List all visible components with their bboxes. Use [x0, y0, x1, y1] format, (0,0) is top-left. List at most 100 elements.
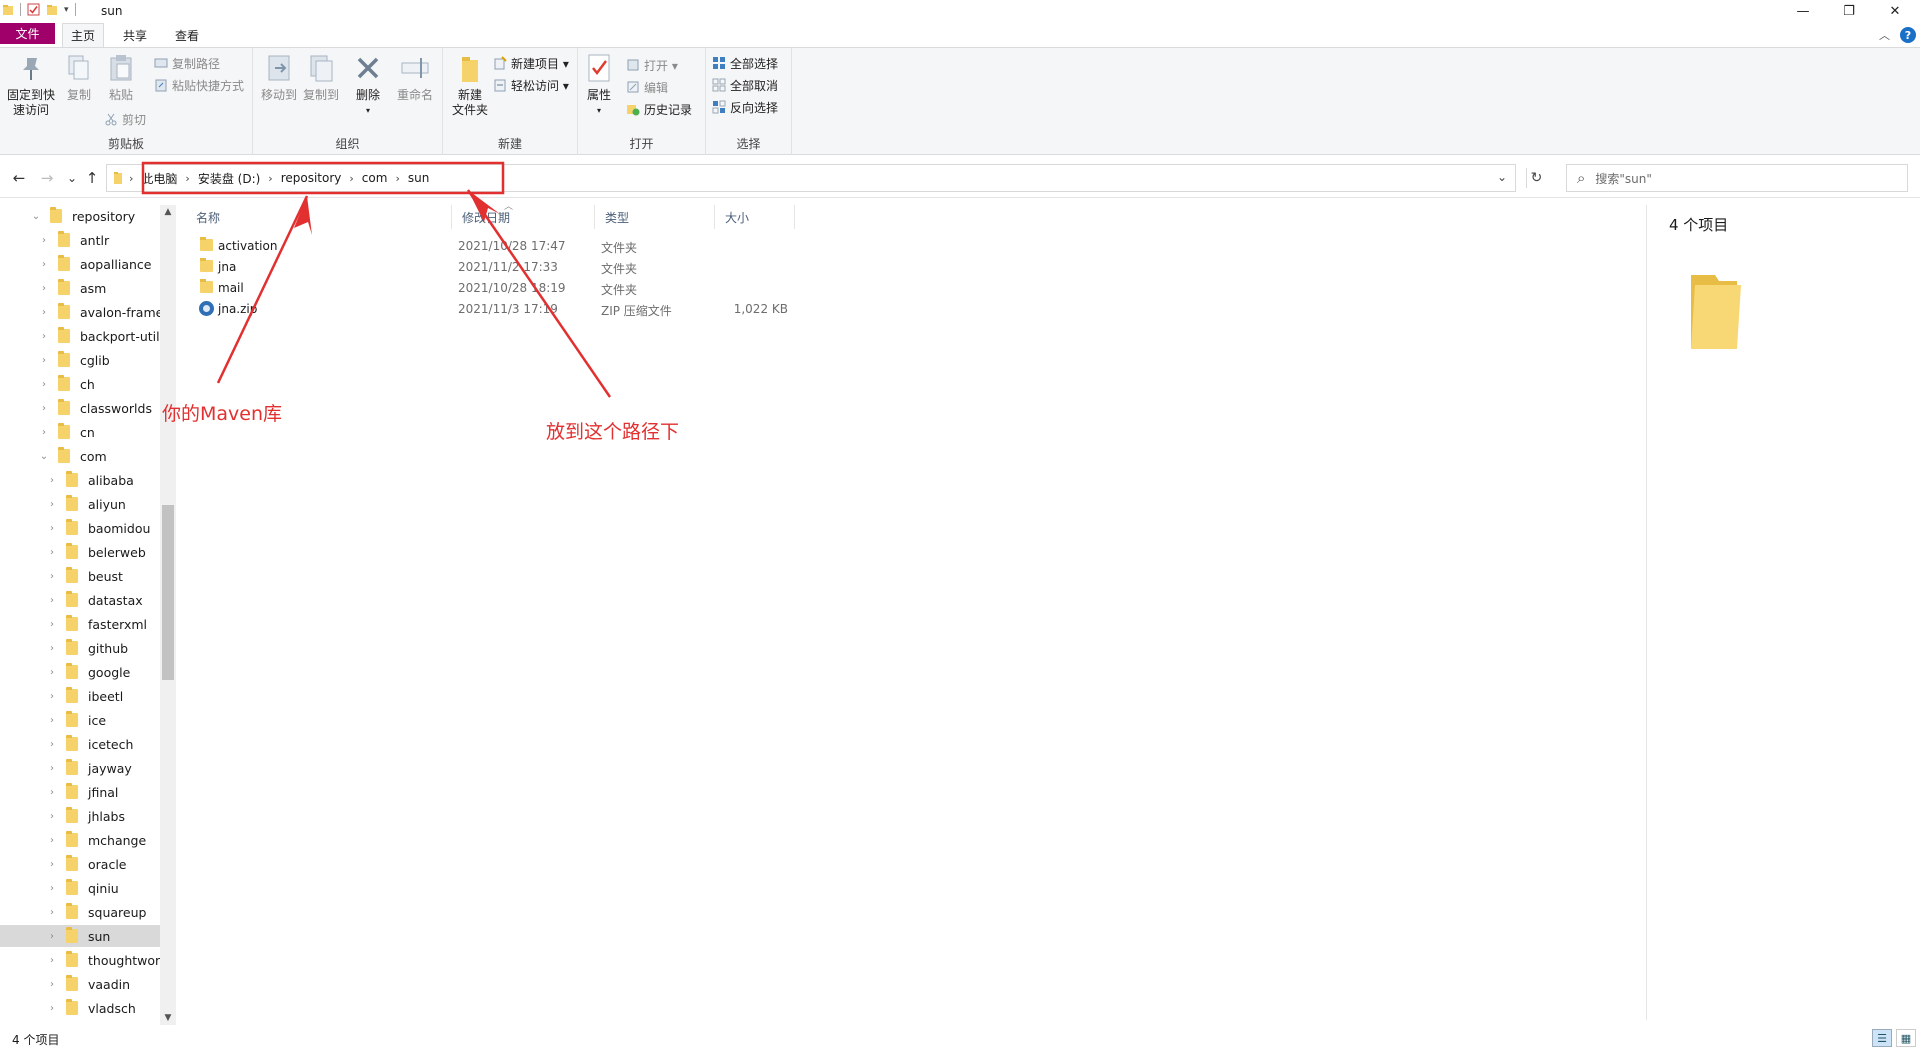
- address-dropdown-icon[interactable]: ⌄: [1497, 170, 1507, 184]
- select-all-button[interactable]: 全部选择: [712, 54, 778, 72]
- forward-button[interactable]: →: [37, 168, 57, 188]
- chevron-right-icon[interactable]: ›: [46, 475, 58, 486]
- chevron-right-icon[interactable]: ›: [46, 619, 58, 630]
- paste-shortcut-button[interactable]: 粘贴快捷方式: [154, 76, 244, 94]
- chevron-right-icon[interactable]: ›: [38, 355, 50, 366]
- column-header-name[interactable]: 名称: [186, 205, 452, 229]
- breadcrumb-repository[interactable]: repository: [277, 171, 346, 185]
- breadcrumb-sun[interactable]: sun: [404, 171, 433, 185]
- chevron-right-icon[interactable]: ›: [46, 715, 58, 726]
- copy-path-button[interactable]: 复制路径: [154, 54, 220, 72]
- tree-item-cglib[interactable]: › cglib: [0, 349, 160, 371]
- chevron-right-icon[interactable]: ›: [38, 283, 50, 294]
- paste-button[interactable]: 粘贴: [104, 52, 138, 103]
- chevron-down-icon[interactable]: ⌄: [38, 451, 50, 462]
- tree-item-oracle[interactable]: › oracle: [0, 853, 160, 875]
- up-button[interactable]: ↑: [82, 168, 102, 188]
- collapse-ribbon-icon[interactable]: ︿: [1879, 27, 1890, 43]
- tab-share[interactable]: 共享: [114, 23, 156, 47]
- tree-item-github[interactable]: › github: [0, 637, 160, 659]
- file-row[interactable]: mail 2021/10/28 18:19 文件夹: [186, 278, 806, 298]
- tree-item-google[interactable]: › google: [0, 661, 160, 683]
- refresh-button[interactable]: ↻: [1526, 168, 1546, 188]
- chevron-right-icon[interactable]: ›: [46, 667, 58, 678]
- tab-home[interactable]: 主页: [62, 23, 104, 47]
- tree-item-jfinal[interactable]: › jfinal: [0, 781, 160, 803]
- column-header-type[interactable]: 类型: [595, 205, 715, 229]
- tree-item-qiniu[interactable]: › qiniu: [0, 877, 160, 899]
- tree-item-antlr[interactable]: › antlr: [0, 229, 160, 251]
- file-row[interactable]: jna.zip 2021/11/3 17:19 ZIP 压缩文件 1,022 KB: [186, 299, 806, 319]
- new-folder-icon[interactable]: [46, 4, 58, 16]
- edit-button[interactable]: 编辑: [626, 78, 668, 96]
- tree-item-icetech[interactable]: › icetech: [0, 733, 160, 755]
- tree-item-repository[interactable]: ⌄ repository: [0, 205, 160, 227]
- properties-button[interactable]: 属性 ▾: [582, 52, 616, 118]
- tree-item-ch[interactable]: › ch: [0, 373, 160, 395]
- help-icon[interactable]: ?: [1900, 27, 1916, 43]
- tree-item-classworlds[interactable]: › classworlds: [0, 397, 160, 419]
- chevron-right-icon[interactable]: ›: [46, 883, 58, 894]
- breadcrumb-separator[interactable]: ›: [264, 172, 276, 185]
- breadcrumb-separator[interactable]: ›: [345, 172, 357, 185]
- column-header-date[interactable]: 修改日期: [452, 205, 595, 229]
- scrollbar-thumb[interactable]: [162, 505, 174, 680]
- chevron-right-icon[interactable]: ›: [38, 427, 50, 438]
- tree-item-thoughtwork[interactable]: › thoughtwork: [0, 949, 160, 971]
- tree-item-jhlabs[interactable]: › jhlabs: [0, 805, 160, 827]
- tree-item-mchange[interactable]: › mchange: [0, 829, 160, 851]
- file-row[interactable]: activation 2021/10/28 17:47 文件夹: [186, 236, 806, 256]
- tree-item-jayway[interactable]: › jayway: [0, 757, 160, 779]
- chevron-right-icon[interactable]: ›: [46, 955, 58, 966]
- tree-item-belerweb[interactable]: › belerweb: [0, 541, 160, 563]
- tree-item-ibeetl[interactable]: › ibeetl: [0, 685, 160, 707]
- chevron-right-icon[interactable]: ›: [46, 499, 58, 510]
- tree-item-avalon-framew[interactable]: › avalon-framew: [0, 301, 160, 323]
- chevron-right-icon[interactable]: ›: [46, 523, 58, 534]
- tree-item-cn[interactable]: › cn: [0, 421, 160, 443]
- file-row[interactable]: jna 2021/11/2 17:33 文件夹: [186, 257, 806, 277]
- column-header-size[interactable]: 大小: [715, 205, 795, 229]
- chevron-right-icon[interactable]: ›: [46, 811, 58, 822]
- back-button[interactable]: ←: [9, 168, 29, 188]
- chevron-right-icon[interactable]: ›: [46, 547, 58, 558]
- tree-item-beust[interactable]: › beust: [0, 565, 160, 587]
- scroll-down-icon[interactable]: ▼: [160, 1013, 176, 1023]
- tree-item-aopalliance[interactable]: › aopalliance: [0, 253, 160, 275]
- tab-file[interactable]: 文件: [0, 23, 55, 44]
- chevron-right-icon[interactable]: ›: [46, 571, 58, 582]
- copy-button[interactable]: 复制: [62, 52, 96, 103]
- cut-button[interactable]: 剪切: [104, 110, 146, 128]
- breadcrumb-separator[interactable]: ›: [391, 172, 403, 185]
- chevron-right-icon[interactable]: ›: [46, 1003, 58, 1014]
- breadcrumb-separator[interactable]: ›: [181, 172, 193, 185]
- new-item-button[interactable]: 新建项目 ▾: [493, 54, 569, 72]
- properties-dropdown-icon[interactable]: ▾: [597, 103, 601, 118]
- properties-icon[interactable]: [27, 3, 40, 16]
- select-none-button[interactable]: 全部取消: [712, 76, 778, 94]
- chevron-right-icon[interactable]: ›: [46, 979, 58, 990]
- breadcrumb-com[interactable]: com: [358, 171, 392, 185]
- tree-item-ice[interactable]: › ice: [0, 709, 160, 731]
- tree-item-alibaba[interactable]: › alibaba: [0, 469, 160, 491]
- history-button[interactable]: 历史记录: [626, 100, 692, 118]
- chevron-right-icon[interactable]: ›: [46, 787, 58, 798]
- tree-item-asm[interactable]: › asm: [0, 277, 160, 299]
- chevron-right-icon[interactable]: ›: [46, 859, 58, 870]
- chevron-right-icon[interactable]: ›: [38, 331, 50, 342]
- tree-item-aliyun[interactable]: › aliyun: [0, 493, 160, 515]
- breadcrumb-this-pc[interactable]: 此电脑: [137, 170, 181, 187]
- chevron-right-icon[interactable]: ›: [46, 595, 58, 606]
- navigation-pane-scrollbar[interactable]: ▲ ▼: [160, 205, 176, 1025]
- chevron-right-icon[interactable]: ›: [46, 931, 58, 942]
- delete-dropdown-icon[interactable]: ▾: [366, 103, 370, 118]
- tree-item-com[interactable]: ⌄ com: [0, 445, 160, 467]
- search-input[interactable]: ⌕ 搜索"sun": [1566, 164, 1908, 192]
- chevron-down-icon[interactable]: ⌄: [30, 211, 42, 222]
- address-bar[interactable]: › 此电脑 › 安装盘 (D:) › repository › com › su…: [106, 164, 1516, 192]
- move-to-button[interactable]: 移动到: [259, 52, 299, 103]
- tab-view[interactable]: 查看: [166, 23, 208, 47]
- chevron-right-icon[interactable]: ›: [38, 259, 50, 270]
- tree-item-squareup[interactable]: › squareup: [0, 901, 160, 923]
- recent-locations-button[interactable]: ⌄: [62, 168, 82, 188]
